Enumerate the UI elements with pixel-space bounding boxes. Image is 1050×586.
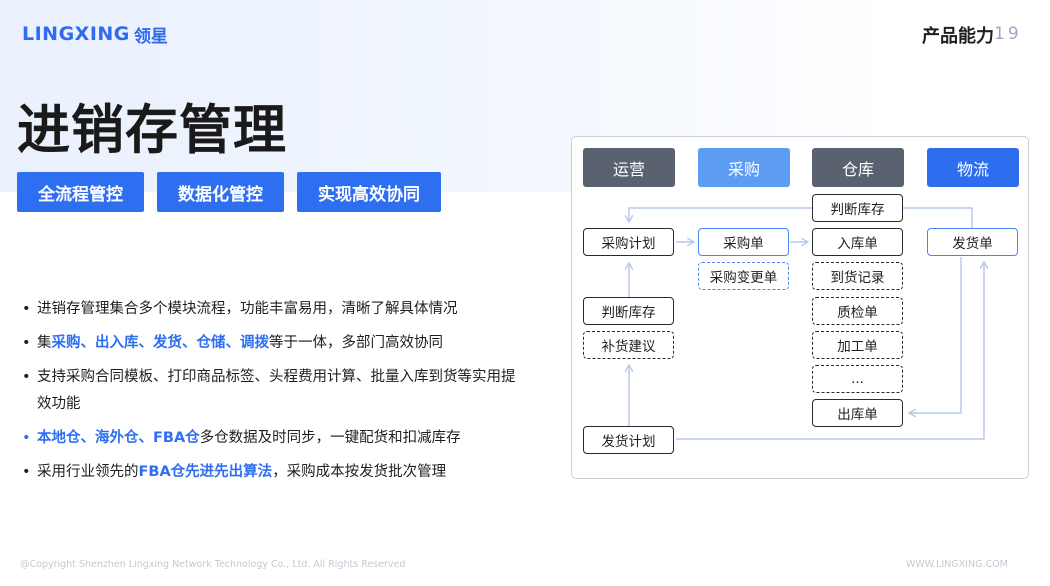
node-ops-judge-stock: 判断库存	[583, 297, 674, 325]
copyright-footer: @Copyright Shenzhen Lingxing Network Tec…	[20, 559, 406, 570]
highlight-text: 采购、出入库、发货、仓储、调拨	[51, 335, 270, 351]
node-purchase-order: 采购单	[698, 228, 789, 256]
lingxing-logo: LINGXING 领星	[22, 22, 168, 47]
feature-tag-full-process: 全流程管控	[17, 172, 144, 212]
feature-bullet: 集采购、出入库、发货、仓储、调拨等于一体，多部门高效协同	[22, 330, 522, 357]
node-arrival-record: 到货记录	[812, 262, 903, 290]
bullet-text: ，采购成本按发货批次管理	[272, 464, 447, 480]
node-restock-suggestion: 补货建议	[583, 331, 674, 359]
node-ship-plan: 发货计划	[583, 426, 674, 454]
feature-bullet: 本地仓、海外仓、FBA仓多仓数据及时同步，一键配货和扣减库存	[22, 425, 522, 452]
node-wh-judge-stock: 判断库存	[812, 194, 903, 222]
node-processing-order: 加工单	[812, 331, 903, 359]
bullet-text: 等于一体，多部门高效协同	[269, 335, 443, 351]
column-header-warehouse: 仓库	[812, 148, 904, 187]
feature-bullet: 采用行业领先的FBA仓先进先出算法，采购成本按发货批次管理	[22, 459, 522, 486]
bullet-text: 支持采购合同模板、打印商品标签、头程费用计算、批量入库到货等实用提效功能	[37, 369, 516, 412]
node-purchase-plan: 采购计划	[583, 228, 674, 256]
arrow-judge-to-plan	[629, 207, 812, 221]
column-header-logistics: 物流	[927, 148, 1019, 187]
feature-bullet: 支持采购合同模板、打印商品标签、头程费用计算、批量入库到货等实用提效功能	[22, 364, 522, 418]
page-title: 进销存管理	[17, 100, 287, 161]
node-more: ...	[812, 365, 903, 393]
column-header-purchasing: 采购	[698, 148, 790, 187]
bullet-text: 多仓数据及时同步，一键配货和扣减库存	[199, 430, 461, 446]
bullet-text: 集	[37, 335, 52, 351]
logo-text: LINGXING	[22, 23, 130, 45]
feature-bullet-list: 进销存管理集合多个模块流程，功能丰富易用，清晰了解具体情况集采购、出入库、发货、…	[22, 296, 522, 493]
highlight-text: 本地仓、海外仓、FBA仓	[37, 430, 200, 446]
node-inbound-order: 入库单	[812, 228, 903, 256]
logo-cn: 领星	[133, 26, 168, 47]
arrow-logistics-to-outbound	[910, 257, 962, 413]
feature-tag-collaboration: 实现高效协同	[297, 172, 441, 212]
highlight-text: FBA仓先进先出算法	[138, 464, 273, 480]
node-outbound-order: 出库单	[812, 399, 903, 427]
node-purchase-change-order: 采购变更单	[698, 262, 789, 290]
bullet-text: 进销存管理集合多个模块流程，功能丰富易用，清晰了解具体情况	[37, 301, 458, 317]
inventory-flow-diagram: 运营 采购 仓库 物流 采购计划 判断库存 补货建议 发货计划 采购单 采购变更…	[571, 136, 1029, 479]
website-footer: WWW.LINGXING.COM	[906, 559, 1008, 570]
node-shipment-order: 发货单	[927, 228, 1018, 256]
feature-bullet: 进销存管理集合多个模块流程，功能丰富易用，清晰了解具体情况	[22, 296, 522, 323]
bullet-text: 采用行业领先的	[37, 464, 139, 480]
arrow-judge-to-logistics	[903, 207, 973, 229]
page-number: 19	[994, 24, 1022, 44]
section-label: 产品能力	[922, 26, 994, 47]
column-header-operations: 运营	[583, 148, 675, 187]
feature-tag-data-control: 数据化管控	[157, 172, 284, 212]
node-qc-order: 质检单	[812, 297, 903, 325]
